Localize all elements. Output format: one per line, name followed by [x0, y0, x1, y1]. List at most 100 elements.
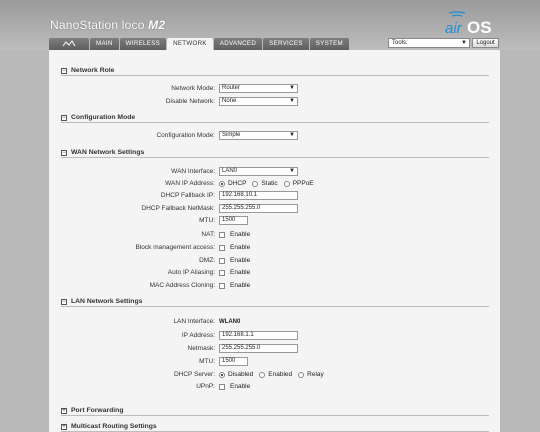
radio-dhcp-label: DHCP: [228, 180, 247, 187]
network-mode-select[interactable]: Router ▼: [219, 84, 298, 93]
lan-ip-address-label: IP Address:: [181, 332, 215, 339]
tab-wireless[interactable]: WIRELESS: [119, 38, 167, 50]
section-title: LAN Network Settings: [71, 298, 143, 305]
lan-interface-value: WLAN0: [219, 318, 241, 325]
collapse-icon[interactable]: −: [61, 150, 67, 156]
tab-advanced[interactable]: ADVANCED: [213, 38, 263, 50]
row-configuration-mode: Configuration Mode: Simple ▼: [49, 131, 500, 140]
row-lan-netmask: Netmask: 255.255.255.0: [49, 344, 500, 353]
radio-dhcp[interactable]: [219, 180, 225, 187]
collapse-icon[interactable]: −: [61, 299, 67, 305]
svg-text:air: air: [445, 20, 463, 37]
dhcp-fallback-netmask-input[interactable]: 255.255.255.0: [219, 204, 298, 213]
radio-static-label: Static: [261, 180, 278, 187]
section-wan-network-settings[interactable]: − WAN Network Settings: [61, 149, 489, 158]
radio-pppoe-label: PPPoE: [292, 180, 314, 187]
section-title: Configuration Mode: [71, 114, 136, 121]
svg-text:OS: OS: [467, 18, 492, 37]
lan-netmask-label: Netmask:: [187, 345, 215, 352]
ubiquiti-logo-icon: [62, 40, 76, 47]
upnp-enable-label: Enable: [230, 383, 251, 390]
logout-button[interactable]: Logout: [472, 38, 499, 48]
dmz-label: DMZ:: [199, 257, 215, 264]
airos-logo: air OS: [445, 11, 492, 37]
ubiquiti-logo-icon[interactable]: [49, 38, 89, 50]
block-management-enable-label: Enable: [230, 244, 251, 251]
section-title: Multicast Routing Settings: [71, 423, 157, 430]
radio-dhcp-disabled[interactable]: [219, 371, 225, 378]
device-name-text: NanoStation loco: [50, 18, 145, 32]
row-dmz: DMZ: Enable: [49, 256, 500, 265]
tab-main[interactable]: MAIN: [90, 38, 119, 50]
section-configuration-mode[interactable]: − Configuration Mode: [61, 114, 489, 123]
row-nat: NAT: Enable: [49, 230, 500, 239]
device-model: M2: [148, 18, 166, 32]
section-lan-network-settings[interactable]: − LAN Network Settings: [61, 298, 489, 307]
expand-icon[interactable]: +: [61, 424, 67, 430]
mac-address-cloning-checkbox[interactable]: [219, 282, 225, 289]
dmz-checkbox[interactable]: [219, 257, 225, 264]
configuration-mode-label: Configuration Mode:: [156, 132, 215, 139]
row-wan-mtu: MTU: 1500: [49, 216, 500, 225]
row-lan-ip-address: IP Address: 192.168.1.1: [49, 331, 500, 340]
wan-interface-value: LAN0: [222, 168, 238, 174]
disable-network-select[interactable]: None ▼: [219, 97, 298, 106]
row-lan-interface: LAN Interface: WLAN0: [49, 317, 500, 326]
section-title: WAN Network Settings: [71, 149, 145, 156]
row-dhcp-server: DHCP Server: Disabled Enabled Relay: [49, 370, 500, 379]
tab-system[interactable]: SYSTEM: [309, 38, 349, 50]
nat-enable-label: Enable: [230, 231, 251, 238]
lan-ip-address-input[interactable]: 192.168.1.1: [219, 331, 298, 340]
dhcp-fallback-netmask-label: DHCP Fallback NetMask:: [141, 205, 215, 212]
wan-interface-select[interactable]: LAN0 ▼: [219, 167, 298, 176]
network-mode-label: Network Mode:: [171, 85, 215, 92]
section-network-role[interactable]: − Network Role: [61, 67, 489, 76]
device-name: NanoStation loco M2: [50, 18, 165, 32]
radio-dhcp-relay[interactable]: [298, 371, 305, 378]
nat-checkbox[interactable]: [219, 231, 225, 238]
row-wan-interface: WAN Interface: LAN0 ▼: [49, 167, 500, 176]
wan-mtu-input[interactable]: 1500: [219, 216, 248, 225]
tools-select[interactable]: Tools: ▼: [388, 38, 470, 48]
lan-netmask-input[interactable]: 255.255.255.0: [219, 344, 298, 353]
expand-icon[interactable]: +: [61, 408, 67, 414]
tab-network[interactable]: NETWORK: [167, 38, 213, 50]
upnp-checkbox[interactable]: [219, 383, 225, 390]
disable-network-label: Disable Network:: [165, 98, 215, 105]
nat-label: NAT:: [201, 231, 215, 238]
disable-network-value: None: [222, 98, 237, 104]
radio-pppoe[interactable]: [283, 180, 290, 187]
radio-static[interactable]: [252, 180, 259, 187]
auto-ip-aliasing-checkbox[interactable]: [219, 269, 225, 276]
row-wan-ip-address: WAN IP Address: DHCP Static PPPoE: [49, 179, 500, 188]
wan-mtu-label: MTU:: [199, 217, 215, 224]
radio-dhcp-enabled[interactable]: [259, 371, 266, 378]
row-dhcp-fallback-netmask: DHCP Fallback NetMask: 255.255.255.0: [49, 204, 500, 213]
radio-dhcp-disabled-label: Disabled: [228, 371, 254, 378]
row-network-mode: Network Mode: Router ▼: [49, 84, 500, 93]
radio-dhcp-enabled-label: Enabled: [268, 371, 293, 378]
dhcp-fallback-ip-input[interactable]: 192.168.10.1: [219, 191, 298, 200]
lan-mtu-label: MTU:: [199, 358, 215, 365]
wan-ip-address-label: WAN IP Address:: [165, 180, 215, 187]
radio-dhcp-relay-label: Relay: [307, 371, 324, 378]
dmz-enable-label: Enable: [230, 257, 251, 264]
row-upnp: UPnP: Enable: [49, 382, 500, 391]
tab-services[interactable]: SERVICES: [263, 38, 309, 50]
section-multicast-routing[interactable]: + Multicast Routing Settings: [61, 423, 489, 432]
mac-address-cloning-label: MAC Address Cloning:: [149, 282, 215, 289]
collapse-icon[interactable]: −: [61, 115, 67, 121]
block-management-checkbox[interactable]: [219, 244, 225, 251]
lan-interface-label: LAN Interface:: [173, 318, 215, 325]
section-title: Port Forwarding: [71, 407, 124, 414]
row-mac-address-cloning: MAC Address Cloning: Enable: [49, 281, 500, 290]
lan-mtu-input[interactable]: 1500: [219, 357, 248, 366]
main-content: − Network Role Network Mode: Router ▼ Di…: [49, 50, 500, 432]
dhcp-server-label: DHCP Server:: [173, 371, 215, 378]
section-port-forwarding[interactable]: + Port Forwarding: [61, 407, 489, 416]
network-mode-value: Router: [222, 85, 241, 91]
chevron-down-icon: ▼: [461, 40, 467, 46]
configuration-mode-select[interactable]: Simple ▼: [219, 131, 298, 140]
row-dhcp-fallback-ip: DHCP Fallback IP: 192.168.10.1: [49, 191, 500, 200]
collapse-icon[interactable]: −: [61, 68, 67, 74]
